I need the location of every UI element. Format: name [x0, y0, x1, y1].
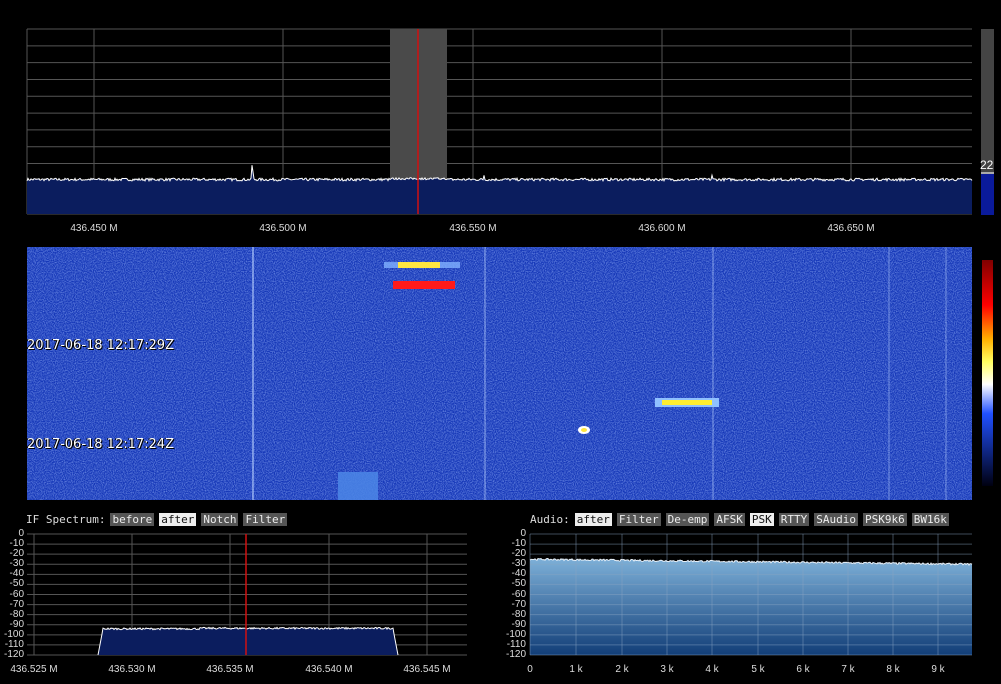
main-spectrum-plot[interactable]	[0, 0, 1001, 243]
audio-spectrum-fill	[530, 558, 972, 655]
x-tick-label: 436.540 M	[305, 664, 353, 675]
x-tick-label: 6 k	[796, 664, 810, 675]
x-tick-label: 2 k	[615, 664, 629, 675]
waterfall-timestamp-2: 2017-06-18 12:17:24Z	[27, 437, 174, 452]
x-tick-label: 436.525 M	[10, 664, 58, 675]
if-spectrum-fill	[98, 627, 398, 655]
x-tick-label: 7 k	[841, 664, 855, 675]
waterfall-noise	[27, 247, 972, 500]
signal-burst-core	[662, 400, 712, 405]
x-tick-label: 8 k	[886, 664, 900, 675]
x-tick-label: 436.545 M	[403, 664, 451, 675]
x-tick-label: 436.450 M	[70, 223, 118, 234]
level-value: 22	[980, 158, 994, 172]
x-tick-label: 3 k	[660, 664, 674, 675]
waterfall-display[interactable]	[0, 247, 1001, 500]
carrier-line	[712, 247, 714, 500]
x-tick-label: 436.530 M	[108, 664, 156, 675]
carrier-line	[945, 247, 947, 500]
audio-spectrum-plot[interactable]	[502, 505, 1001, 684]
carrier-line	[484, 247, 486, 500]
if-spectrum-panel: IF Spectrum: before after Notch Filter 0 -10…	[0, 505, 497, 684]
x-tick-label: 9 k	[931, 664, 945, 675]
x-tick-label: 0	[527, 664, 533, 675]
selection-marker	[393, 281, 455, 289]
signal-burst-core	[398, 262, 440, 268]
x-tick-label: 436.500 M	[259, 223, 307, 234]
x-tick-label: 436.535 M	[206, 664, 254, 675]
x-tick-label: 436.600 M	[638, 223, 686, 234]
x-tick-label: 436.650 M	[827, 223, 875, 234]
x-tick-label: 1 k	[569, 664, 583, 675]
if-spectrum-plot[interactable]	[0, 505, 497, 684]
waterfall-timestamp-1: 2017-06-18 12:17:29Z	[27, 338, 174, 353]
main-spectrum-panel[interactable]: 0-10-20-30-40-50-60-70-80-90-100-110 436…	[0, 0, 1001, 243]
audio-spectrum-panel: Audio: after Filter De-emp AFSK PSK RTTY SAudi…	[502, 505, 1001, 684]
x-tick-label: 4 k	[705, 664, 719, 675]
x-tick-label: 5 k	[751, 664, 765, 675]
level-meter-fill	[981, 174, 994, 215]
waterfall-panel[interactable]: 2017-06-18 12:17:29Z 2017-06-18 12:17:24…	[0, 247, 1001, 500]
waterfall-color-scale	[982, 260, 993, 486]
carrier-line	[252, 247, 254, 500]
signal-patch	[338, 472, 378, 500]
carrier-line	[888, 247, 890, 500]
x-tick-label: 436.550 M	[449, 223, 497, 234]
